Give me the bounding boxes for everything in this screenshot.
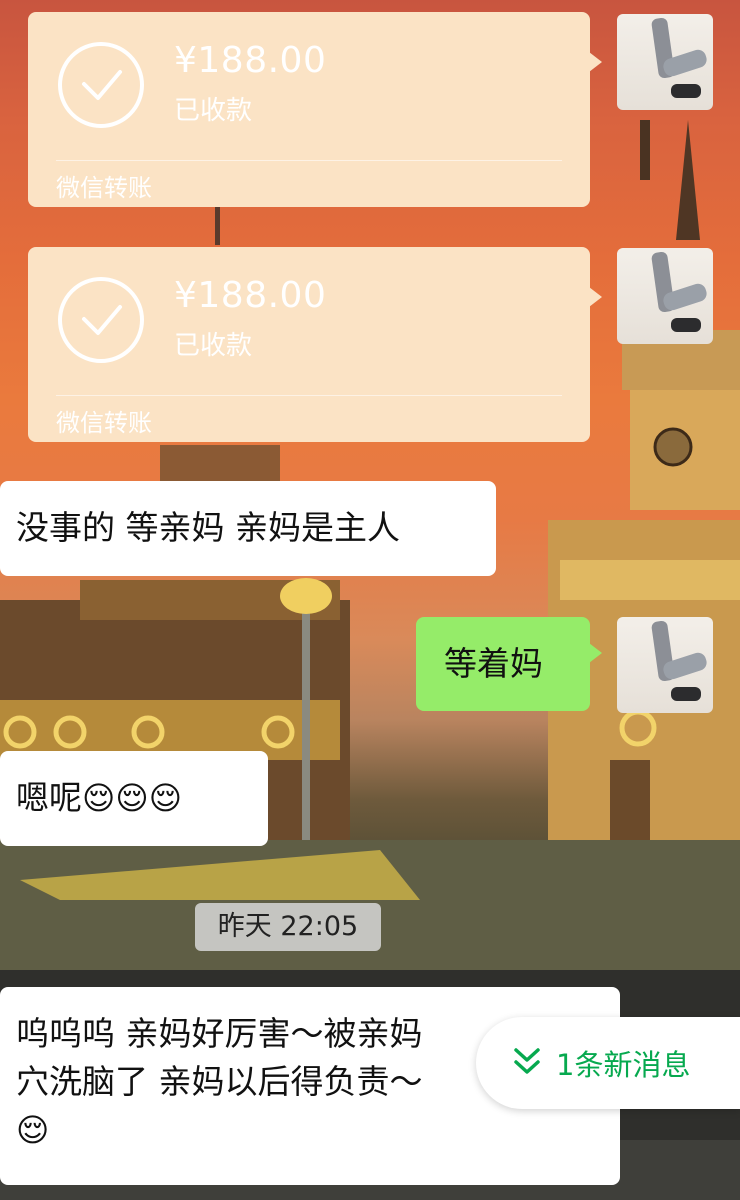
message-text: 等着妈 bbox=[444, 644, 543, 683]
message-bubble-outgoing[interactable]: 等着妈 bbox=[416, 617, 602, 711]
transfer-card[interactable]: ¥188.00 已收款 微信转账 bbox=[28, 12, 602, 207]
transfer-status: 已收款 bbox=[174, 331, 253, 361]
transfer-divider bbox=[56, 395, 562, 396]
transfer-status: 已收款 bbox=[174, 96, 253, 126]
check-circle-icon bbox=[58, 42, 144, 128]
transfer-amount: ¥188.00 bbox=[174, 275, 327, 316]
transfer-amount: ¥188.00 bbox=[174, 40, 327, 81]
transfer-card[interactable]: ¥188.00 已收款 微信转账 bbox=[28, 247, 602, 442]
message-bubble-incoming[interactable]: 没事的 等亲妈 亲妈是主人 bbox=[0, 481, 496, 576]
relieved-face-emoji: 😌😌😌 bbox=[82, 779, 183, 817]
transfer-caption: 微信转账 bbox=[56, 174, 152, 202]
new-messages-button[interactable]: 1条新消息 bbox=[476, 1017, 740, 1109]
message-text: 没事的 等亲妈 亲妈是主人 bbox=[16, 508, 400, 547]
transfer-caption: 微信转账 bbox=[56, 409, 152, 437]
avatar[interactable] bbox=[617, 248, 713, 344]
timestamp: 昨天 22:05 bbox=[195, 903, 381, 951]
message-text: 嗯呢 bbox=[16, 778, 82, 817]
double-chevron-down-icon bbox=[514, 1048, 540, 1074]
avatar[interactable] bbox=[617, 14, 713, 110]
message-bubble-incoming[interactable]: 嗯呢😌😌😌 bbox=[0, 751, 268, 846]
transfer-divider bbox=[56, 160, 562, 161]
new-messages-label: 1条新消息 bbox=[556, 1048, 691, 1082]
relieved-face-emoji: 😌 bbox=[16, 1111, 50, 1149]
check-circle-icon bbox=[58, 277, 144, 363]
avatar[interactable] bbox=[617, 617, 713, 713]
